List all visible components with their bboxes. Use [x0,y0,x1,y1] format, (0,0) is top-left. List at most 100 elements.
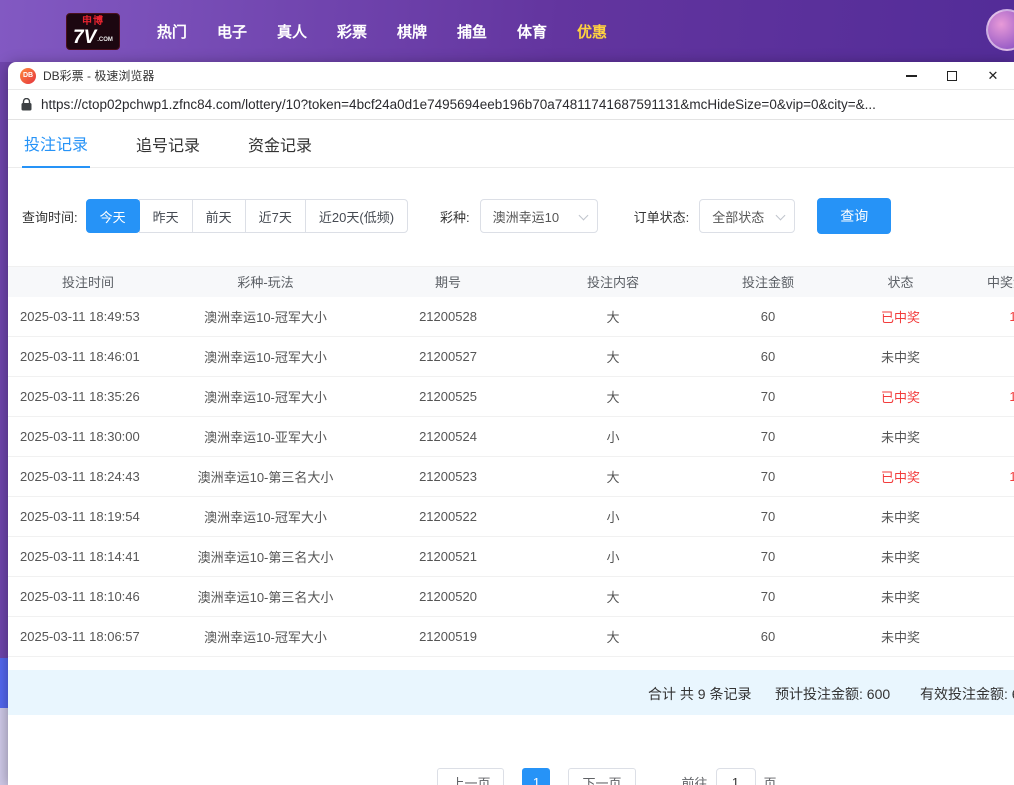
summary-bar: 合计 共 9 条记录 预计投注金额: 600 有效投注金额: 600 [8,670,1014,715]
expected-bet-amount: 预计投注金额: 600 [775,684,890,704]
lottery-filter-label: 彩种: [440,207,470,226]
nav-item-8[interactable]: 优惠 [562,13,622,50]
table-row: 2025-03-11 18:14:41 澳洲幸运10-第三名大小 2120052… [8,537,1014,577]
time-filter-label: 查询时间: [22,207,78,226]
bet-time-cell: 2025-03-11 18:10:46 [8,577,168,617]
status-cell: 未中奖 [843,577,958,617]
next-page-button[interactable]: 下一页 [568,768,635,785]
status-cell: 已中奖 [843,297,958,337]
prize-cell: 1 [958,377,1014,417]
amount-cell: 70 [693,377,843,417]
column-header: 中奖金额 [958,267,1014,297]
window-title: DB彩票 - 极速浏览器 [43,67,154,84]
maximize-button[interactable] [945,69,959,83]
game-cell: 澳洲幸运10-冠军大小 [168,377,363,417]
nav-item-7[interactable]: 体育 [502,13,562,50]
browser-urlbar[interactable]: https://ctop02pchwp1.zfnc84.com/lottery/… [8,89,1014,120]
nav-item-2[interactable]: 电子 [202,13,262,50]
user-avatar[interactable] [986,9,1014,51]
time-option-5[interactable]: 近20天(低频) [305,199,408,233]
time-option-4[interactable]: 近7天 [245,199,306,233]
prize-cell [958,537,1014,577]
nav-item-1[interactable]: 热门 [142,13,202,50]
tab-1[interactable]: 投注记录 [22,120,90,168]
content-cell: 大 [533,617,693,657]
url-text[interactable]: https://ctop02pchwp1.zfnc84.com/lottery/… [41,97,876,112]
prize-cell [958,617,1014,657]
filter-bar: 查询时间: 今天昨天前天近7天近20天(低频) 彩种: 澳洲幸运10 订单状态:… [8,168,1014,266]
table-row: 2025-03-11 18:06:57 澳洲幸运10-冠军大小 21200519… [8,617,1014,657]
record-tabs: 投注记录追号记录资金记录 [8,120,1014,168]
nav-item-5[interactable]: 棋牌 [382,13,442,50]
prize-cell [958,577,1014,617]
nav-item-4[interactable]: 彩票 [322,13,382,50]
column-header: 状态 [843,267,958,297]
content-cell: 小 [533,497,693,537]
page-left-strip-light [0,708,8,785]
minimize-icon [906,75,917,77]
bet-time-cell: 2025-03-11 18:19:54 [8,497,168,537]
record-count: 合计 共 9 条记录 [648,684,751,704]
lock-icon [21,98,32,111]
tab-3[interactable]: 资金记录 [246,120,314,167]
current-page[interactable]: 1 [522,768,550,785]
amount-cell: 60 [693,337,843,377]
logo-text-main: 7V.COM [73,28,113,47]
nav-item-6[interactable]: 捕鱼 [442,13,502,50]
status-cell: 已中奖 [843,377,958,417]
search-button[interactable]: 查询 [817,198,891,234]
tab-2[interactable]: 追号记录 [134,120,202,167]
status-filter-label: 订单状态: [634,207,690,226]
prize-cell [958,497,1014,537]
table-header-row: 投注时间彩种-玩法期号投注内容投注金额状态中奖金额 [8,267,1014,297]
column-header: 期号 [363,267,533,297]
content-cell: 小 [533,417,693,457]
prize-cell: 1 [958,457,1014,497]
bet-time-cell: 2025-03-11 18:24:43 [8,457,168,497]
amount-cell: 60 [693,297,843,337]
bet-time-cell: 2025-03-11 18:35:26 [8,377,168,417]
status-cell: 未中奖 [843,617,958,657]
maximize-icon [947,71,957,81]
logo-text-suffix: .COM [97,37,113,43]
issue-cell: 21200521 [363,537,533,577]
prize-cell: 1 [958,297,1014,337]
bet-time-cell: 2025-03-11 18:49:53 [8,297,168,337]
window-controls: ✕ [904,62,1000,89]
game-cell: 澳洲幸运10-第三名大小 [168,457,363,497]
amount-cell: 70 [693,417,843,457]
time-option-2[interactable]: 昨天 [139,199,193,233]
site-header: 申博 7V.COM 热门电子真人彩票棋牌捕鱼体育优惠 [0,0,1014,62]
bet-records-table: 投注时间彩种-玩法期号投注内容投注金额状态中奖金额 2025-03-11 18:… [8,266,1014,657]
issue-cell: 21200527 [363,337,533,377]
minimize-button[interactable] [904,69,918,83]
prev-page-button[interactable]: 上一页 [437,768,504,785]
valid-bet-amount: 有效投注金额: 600 [920,684,1014,704]
page-left-strip-blue [0,658,8,708]
status-select[interactable]: 全部状态 [699,199,795,233]
status-cell: 未中奖 [843,417,958,457]
bet-time-cell: 2025-03-11 18:14:41 [8,537,168,577]
pagination: 上一页 1 下一页 前往 页 [104,768,1014,785]
site-favicon-icon: DB [20,68,36,84]
time-option-1[interactable]: 今天 [86,199,140,233]
table-row: 2025-03-11 18:19:54 澳洲幸运10-冠军大小 21200522… [8,497,1014,537]
issue-cell: 21200525 [363,377,533,417]
lottery-select[interactable]: 澳洲幸运10 [480,199,598,233]
table-row: 2025-03-11 18:10:46 澳洲幸运10-第三名大小 2120052… [8,577,1014,617]
bet-time-cell: 2025-03-11 18:46:01 [8,337,168,377]
amount-cell: 70 [693,497,843,537]
status-cell: 未中奖 [843,497,958,537]
site-logo[interactable]: 申博 7V.COM [66,13,120,50]
issue-cell: 21200519 [363,617,533,657]
content-cell: 大 [533,337,693,377]
status-cell: 未中奖 [843,337,958,377]
nav-item-3[interactable]: 真人 [262,13,322,50]
close-button[interactable]: ✕ [986,69,1000,83]
lottery-select-value: 澳洲幸运10 [493,207,559,226]
issue-cell: 21200528 [363,297,533,337]
logo-text-top: 申博 [73,17,113,27]
issue-cell: 21200523 [363,457,533,497]
goto-page-input[interactable] [716,768,756,785]
time-option-3[interactable]: 前天 [192,199,246,233]
